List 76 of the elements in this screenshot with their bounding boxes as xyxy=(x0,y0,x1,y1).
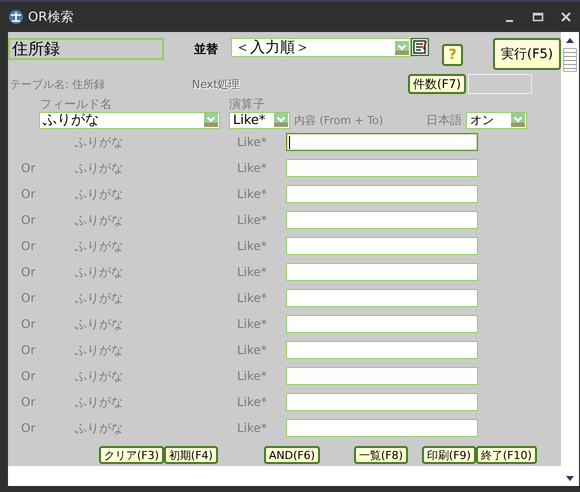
count-button[interactable]: 件数(F7) xyxy=(408,74,466,94)
condition-operator: Like* xyxy=(237,395,268,409)
condition-input[interactable] xyxy=(286,315,478,333)
function-button[interactable]: 初期(F4) xyxy=(164,446,218,464)
scroll-down-icon[interactable] xyxy=(564,474,575,482)
conjunction-label: Or xyxy=(21,395,36,409)
content-label: 内容 (From + To) xyxy=(294,112,384,128)
function-button[interactable]: 印刷(F9) xyxy=(422,446,476,464)
condition-field: ふりがな xyxy=(75,342,237,358)
condition-input[interactable] xyxy=(286,237,478,255)
condition-input[interactable] xyxy=(286,185,478,203)
table-name-box: 住所録 xyxy=(8,38,164,60)
condition-operator: Like* xyxy=(237,213,268,227)
condition-field: ふりがな xyxy=(75,290,237,306)
condition-field: ふりがな xyxy=(75,186,237,202)
condition-field: ふりがな xyxy=(75,160,237,176)
condition-operator: Like* xyxy=(237,265,268,279)
function-button[interactable]: クリア(F3) xyxy=(99,446,164,464)
condition-input[interactable] xyxy=(286,367,478,385)
condition-input[interactable] xyxy=(286,159,478,177)
maximize-icon[interactable] xyxy=(532,11,544,23)
conjunction-label: Or xyxy=(21,291,36,305)
execute-button[interactable]: 実行(F5) xyxy=(493,38,561,70)
field-select[interactable]: ふりがな xyxy=(39,112,220,128)
count-field xyxy=(468,74,532,94)
conjunction-label: Or xyxy=(21,317,36,331)
condition-field: ふりがな xyxy=(75,420,237,436)
condition-field: ふりがな xyxy=(75,238,237,254)
condition-operator: Like* xyxy=(237,343,268,357)
condition-operator: Like* xyxy=(237,187,268,201)
conjunction-label: Or xyxy=(21,239,36,253)
operator-column-label: 演算子 xyxy=(229,96,265,110)
conjunction-label: Or xyxy=(21,265,36,279)
condition-input[interactable] xyxy=(286,289,478,307)
condition-input[interactable] xyxy=(286,133,478,151)
close-icon[interactable] xyxy=(560,11,572,23)
field-column-label: フィールド名 xyxy=(40,96,113,110)
condition-input[interactable] xyxy=(286,419,478,437)
condition-field: ふりがな xyxy=(75,394,237,410)
scrollbar-thumb[interactable] xyxy=(562,48,577,72)
japanese-select[interactable]: オン xyxy=(466,112,527,128)
conjunction-label: Or xyxy=(21,421,36,435)
function-button[interactable]: AND(F6) xyxy=(264,446,320,464)
condition-field: ふりがな xyxy=(75,134,237,150)
condition-operator: Like* xyxy=(237,317,268,331)
conjunction-label: Or xyxy=(21,187,36,201)
condition-operator: Like* xyxy=(237,421,268,435)
sort-label: 並替 xyxy=(194,41,218,58)
condition-input[interactable] xyxy=(286,341,478,359)
condition-input[interactable] xyxy=(286,211,478,229)
table-name-label: テーブル名: 住所録 xyxy=(10,76,106,92)
condition-field: ふりがな xyxy=(75,368,237,384)
condition-field: ふりがな xyxy=(75,212,237,228)
scroll-up-icon[interactable] xyxy=(564,36,575,44)
condition-operator: Like* xyxy=(237,369,268,383)
condition-input[interactable] xyxy=(286,393,478,411)
condition-field: ふりがな xyxy=(75,316,237,332)
conjunction-label: Or xyxy=(21,369,36,383)
conjunction-label: Or xyxy=(21,161,36,175)
condition-operator: Like* xyxy=(237,135,268,149)
condition-operator: Like* xyxy=(237,239,268,253)
window-title: OR検索 xyxy=(28,9,74,26)
app-icon xyxy=(8,9,24,25)
next-label: Next処理 xyxy=(192,76,241,92)
function-button[interactable]: 終了(F10) xyxy=(476,446,537,464)
conjunction-label: Or xyxy=(21,343,36,357)
note-edit-icon[interactable] xyxy=(411,38,429,56)
japanese-label: 日本語 xyxy=(426,112,462,128)
condition-field: ふりがな xyxy=(75,264,237,280)
condition-operator: Like* xyxy=(237,291,268,305)
function-button[interactable]: 一覧(F8) xyxy=(354,446,408,464)
conjunction-label: Or xyxy=(21,213,36,227)
condition-input[interactable] xyxy=(286,263,478,281)
condition-operator: Like* xyxy=(237,161,268,175)
operator-select[interactable]: Like* xyxy=(229,112,290,128)
sort-select[interactable]: ＜入力順＞ xyxy=(231,38,411,57)
